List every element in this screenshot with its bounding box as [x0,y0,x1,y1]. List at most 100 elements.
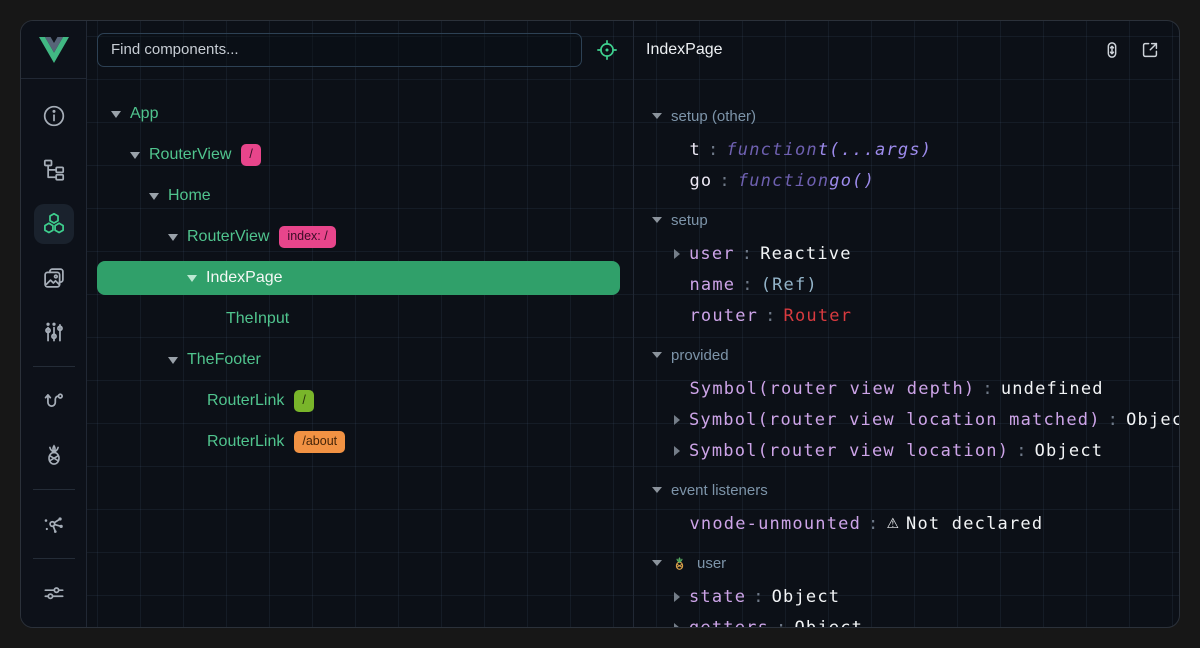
key-value-separator: : [742,244,753,264]
key-value-separator: : [776,618,787,628]
route-badge: / [241,144,260,166]
expand-caret-icon[interactable] [111,111,121,118]
key-value-separator: : [1016,441,1027,461]
component-name: RouterLink [207,433,284,451]
expand-caret-icon[interactable] [674,446,680,456]
section-header-setup[interactable]: setup [634,202,1179,238]
state-row-vnode-unmounted[interactable]: vnode-unmounted:⚠Not declared [634,508,1179,539]
section-title: user [697,555,726,572]
tree-row-thefooter-6[interactable]: TheFooter [97,343,620,377]
state-row-name[interactable]: name: (Ref) [634,269,1179,300]
state-row-t[interactable]: t:function t(...args) [634,134,1179,165]
state-value: Object [1126,410,1179,430]
expand-caret-icon[interactable] [652,217,662,223]
sidebar-item-timeline[interactable] [34,312,74,352]
tree-row-indexpage-4[interactable]: IndexPage [97,261,620,295]
expand-caret-icon[interactable] [652,560,662,566]
section-header-event-listeners[interactable]: event listeners [634,472,1179,508]
expand-caret-icon[interactable] [652,113,662,119]
sidebar-item-pinia[interactable] [34,435,74,475]
state-section-setup-other: setup (other) t:function t(...args)go:fun… [634,98,1179,196]
tree-row-routerlink-7[interactable]: RouterLink / [97,384,620,418]
route-badge: index: / [279,226,335,248]
section-header-provided[interactable]: provided [634,337,1179,373]
route-badge: / [294,390,313,412]
sidebar [21,79,86,628]
scroll-to-component-icon[interactable] [1101,39,1123,61]
state-value: function [726,140,817,160]
component-name: App [130,105,158,123]
inspector-title: IndexPage [646,41,1085,59]
expand-caret-icon[interactable] [674,249,680,259]
section-header-user[interactable]: user [634,545,1179,581]
sidebar-item-pages[interactable] [34,150,74,190]
state-key: Symbol(router view location) [689,441,1009,461]
tree-header [87,21,633,78]
state-section-setup: setup user: Reactive name: (Ref)router:Rout… [634,202,1179,331]
component-picker-icon[interactable] [595,38,619,62]
component-name: TheFooter [187,351,261,369]
sidebar-item-graph[interactable] [34,504,74,544]
devtools-window: App RouterView/Home RouterViewindex: / Inde… [20,20,1180,628]
state-key: state [689,587,746,607]
sidebar-divider [33,489,75,490]
state-key: Symbol(router view location matched) [689,410,1101,430]
expand-caret-icon[interactable] [168,234,178,241]
search-input[interactable] [97,33,582,67]
state-row-symbol-router-view-depth[interactable]: Symbol(router view depth):undefined [634,373,1179,404]
section-header-setup-other[interactable]: setup (other) [634,98,1179,134]
state-row-state[interactable]: state:Object [634,581,1179,612]
state-value: Router [784,306,853,326]
sidebar-item-components[interactable] [34,204,74,244]
sidebar-item-router[interactable] [34,381,74,421]
key-value-separator: : [982,379,993,399]
state-row-getters[interactable]: getters:Object [634,612,1179,627]
expand-caret-icon[interactable] [652,352,662,358]
state-section-provided: provided Symbol(router view depth):undefi… [634,337,1179,466]
inspector-header: IndexPage [634,21,1179,78]
sidebar-item-about[interactable] [34,96,74,136]
expand-caret-icon[interactable] [149,193,159,200]
sidebar-item-settings[interactable] [34,573,74,613]
tree-row-theinput-5[interactable]: TheInput [97,302,620,336]
section-title: event listeners [671,482,768,499]
expand-caret-icon[interactable] [652,487,662,493]
sidebar-divider [33,558,75,559]
state-key: vnode-unmounted [690,514,862,534]
sidebar-divider [33,366,75,367]
vue-logo [21,21,86,79]
component-name: RouterLink [207,392,284,410]
section-title: setup (other) [671,108,756,125]
section-title: provided [671,347,729,364]
state-value: function [738,171,829,191]
tree-row-routerview-3[interactable]: RouterViewindex: / [97,220,620,254]
open-in-editor-icon[interactable] [1139,39,1161,61]
expand-caret-icon[interactable] [168,357,178,364]
state-row-go[interactable]: go:function go() [634,165,1179,196]
expand-caret-icon[interactable] [130,152,140,159]
state-row-symbol-router-view-location[interactable]: Symbol(router view location):Object [634,435,1179,466]
pineapple-icon [671,555,688,572]
key-value-separator: : [868,514,879,534]
expand-caret-icon[interactable] [674,592,680,602]
state-key: router [690,306,759,326]
components-hexagons-icon [41,211,67,237]
state-value: Reactive [760,244,851,264]
expand-caret-icon[interactable] [674,623,680,628]
module-graph-icon [41,511,67,537]
sidebar-item-assets[interactable] [34,258,74,298]
router-icon [41,388,67,414]
tree-row-home-2[interactable]: Home [97,179,620,213]
tree-row-routerview-1[interactable]: RouterView/ [97,138,620,172]
state-row-user[interactable]: user: Reactive [634,238,1179,269]
tree-row-routerlink-8[interactable]: RouterLink/about [97,425,620,459]
tree-row-app-0[interactable]: App [97,97,620,131]
component-tree: App RouterView/Home RouterViewindex: / Inde… [87,78,633,627]
state-row-router[interactable]: router:Router [634,300,1179,331]
state-row-symbol-router-view-location-matched[interactable]: Symbol(router view location matched):Obj… [634,404,1179,435]
state-key: user [689,244,735,264]
expand-caret-icon[interactable] [187,275,197,282]
expand-caret-icon[interactable] [674,415,680,425]
pinia-pineapple-icon [41,442,67,468]
settings-sliders-icon [41,580,67,606]
